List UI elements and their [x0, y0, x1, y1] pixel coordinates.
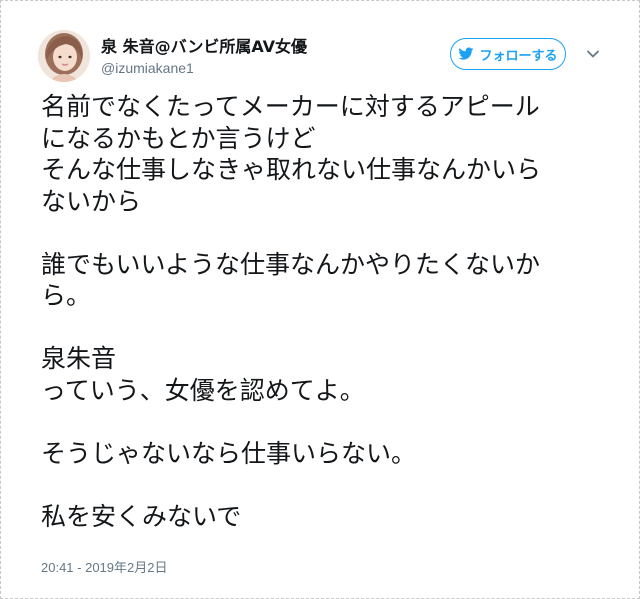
tweet-header: 泉 朱音@バンビ所属AV女優 @izumiakane1 フォローする: [38, 30, 619, 84]
tweet-line: ら。: [41, 281, 92, 310]
tweet-line: 誰でもいいような仕事なんかやりたくないか: [41, 249, 541, 279]
tweet-line: [41, 312, 601, 344]
tweet-card: 泉 朱音@バンビ所属AV女優 @izumiakane1 フォローする 名前でなく…: [0, 0, 640, 599]
tweet-line: 名前でなくたってメーカーに対するアピール: [41, 92, 540, 121]
tweet-line: [41, 469, 601, 501]
follow-bird-icon: [458, 47, 474, 60]
tweet-timestamp[interactable]: 20:41 - 2019年2月2日: [41, 557, 167, 576]
tweet-text: 名前でなくたってメーカーに対するアピール になるかもとか言うけど そんな仕事しな…: [41, 91, 601, 532]
follow-button-label: フォローする: [479, 48, 558, 64]
author-names: 泉 朱音@バンビ所属AV女優 @izumiakane1: [101, 37, 307, 77]
tweet-line: になるかもとか言うけど: [41, 123, 316, 153]
user-handle[interactable]: @izumiakane1: [101, 59, 307, 77]
display-name[interactable]: 泉 朱音@バンビ所属AV女優: [101, 37, 307, 57]
tweet-line: そうじゃないなら仕事いらない。: [41, 438, 417, 468]
follow-button[interactable]: フォローする: [450, 38, 566, 70]
tweet-line: [41, 406, 601, 438]
tweet-line: 私を安くみないで: [41, 501, 242, 531]
tweet-line: [41, 217, 601, 249]
chevron-down-icon: [587, 50, 599, 58]
tweet-line: そんな仕事しなきゃ取れない仕事なんかいら: [41, 155, 542, 184]
avatar[interactable]: [38, 30, 90, 82]
tweet-line: ないから: [41, 186, 142, 216]
tweet-menu-button[interactable]: [585, 46, 601, 62]
tweet-line: っていう、女優を認めてよ。: [41, 375, 365, 405]
tweet-line: 泉朱音: [41, 344, 117, 373]
user-avatar-icon: [38, 30, 90, 82]
